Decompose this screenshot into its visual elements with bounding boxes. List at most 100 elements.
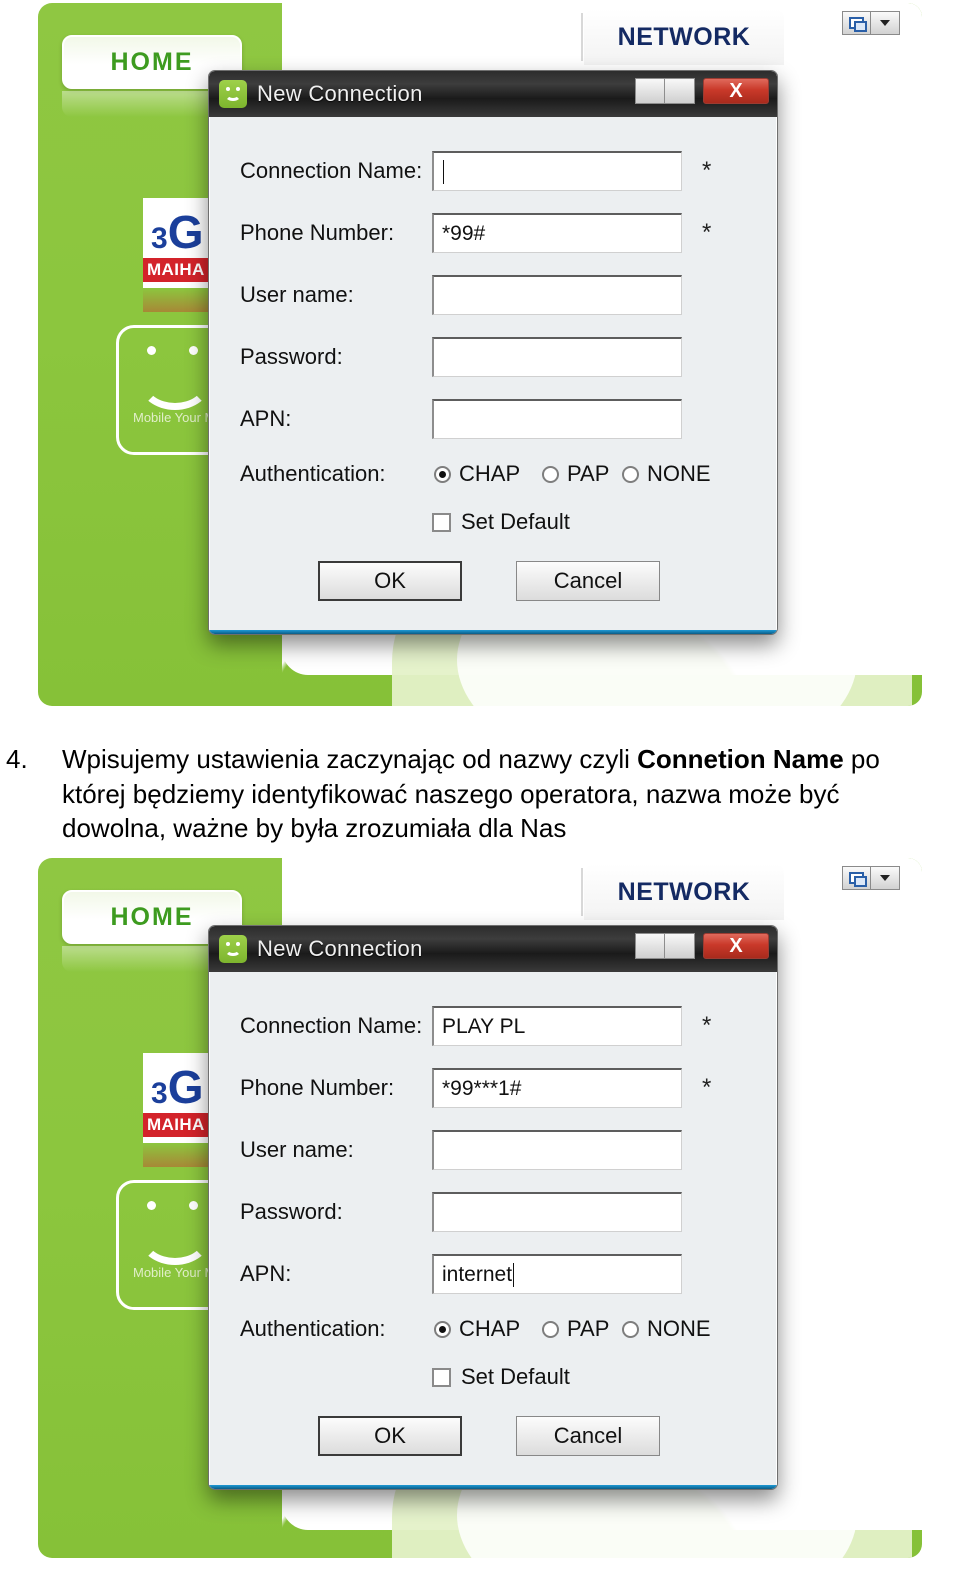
cancel-button[interactable]: Cancel [516, 1416, 660, 1456]
row-apn: APN: [210, 393, 776, 445]
row-authentication: Authentication: CHAP PAP NONE [210, 1312, 776, 1352]
ok-button[interactable]: OK [318, 561, 462, 601]
row-phone-number: Phone Number: *99***1# * [210, 1062, 776, 1114]
dialog-titlebar[interactable]: New Connection X [209, 926, 777, 972]
radio-chap[interactable]: CHAP [434, 461, 520, 487]
radio-none[interactable]: NONE [622, 461, 711, 487]
apn-input[interactable]: internet [432, 1254, 682, 1294]
dialog-window-controls: X [635, 933, 769, 959]
radio-icon[interactable] [434, 1320, 451, 1338]
caption-body: Wpisujemy ustawienia zaczynając od nazwy… [62, 742, 946, 846]
new-connection-dialog: New Connection X Connection Name: * Phon… [208, 70, 778, 635]
row-apn: APN: internet [210, 1248, 776, 1300]
set-default-checkbox-row[interactable]: Set Default [432, 509, 570, 535]
smiley-app-icon [219, 935, 247, 963]
chevron-down-icon[interactable] [871, 11, 900, 35]
restore-icon[interactable] [842, 11, 871, 35]
row-user-name: User name: [210, 269, 776, 321]
radio-pap[interactable]: PAP [542, 1316, 609, 1342]
radio-icon[interactable] [622, 1320, 639, 1338]
smiley-app-icon [219, 80, 247, 108]
app-window-controls [842, 11, 900, 35]
checkbox-icon[interactable] [432, 512, 451, 532]
radio-none-label: NONE [647, 461, 711, 486]
home-button-label: HOME [110, 47, 194, 76]
set-default-checkbox-row[interactable]: Set Default [432, 1364, 570, 1390]
apn-input[interactable] [432, 399, 682, 439]
label-apn: APN: [240, 1261, 292, 1286]
screenshot-empty-form: HOME 3G MAIHA ci Mobile Your Mo [0, 0, 960, 712]
radio-chap-label: CHAP [459, 461, 521, 486]
password-input[interactable] [432, 1192, 682, 1232]
radio-pap[interactable]: PAP [542, 461, 609, 487]
radio-pap-label: PAP [567, 461, 610, 486]
phone-number-input[interactable]: *99***1# [432, 1068, 682, 1108]
dialog-title: New Connection [257, 936, 423, 961]
label-connection-name: Connection Name: [240, 158, 423, 183]
document-page: HOME 3G MAIHA ci Mobile Your Mo [0, 0, 960, 1575]
dialog-body: Connection Name: * Phone Number: *99# * … [209, 117, 777, 634]
chevron-down-icon[interactable] [665, 78, 695, 104]
tab-network-label: NETWORK [617, 22, 751, 51]
tab-network[interactable]: NETWORK [584, 9, 784, 65]
connection-name-input[interactable] [432, 151, 682, 191]
password-input[interactable] [432, 337, 682, 377]
row-connection-name: Connection Name: * [210, 145, 776, 197]
close-button[interactable]: X [703, 933, 769, 959]
chevron-down-icon[interactable] [871, 866, 900, 890]
label-phone-number: Phone Number: [240, 220, 395, 245]
label-authentication: Authentication: [240, 461, 386, 486]
radio-icon[interactable] [542, 465, 559, 483]
chevron-down-icon[interactable] [665, 933, 695, 959]
row-password: Password: [210, 331, 776, 383]
close-button[interactable]: X [703, 78, 769, 104]
checkbox-icon[interactable] [432, 1367, 451, 1387]
screenshot-filled-form: HOME 3G MAIHA ci Mobile Your Mo NETWORK [0, 855, 960, 1575]
restore-icon[interactable] [842, 866, 871, 890]
label-user-name: User name: [240, 1137, 354, 1162]
connection-name-input[interactable]: PLAY PL [432, 1006, 682, 1046]
row-phone-number: Phone Number: *99# * [210, 207, 776, 259]
radio-none-label: NONE [647, 1316, 711, 1341]
caption-bold-term: Connetion Name [637, 744, 844, 774]
dialog-title: New Connection [257, 81, 423, 106]
radio-icon[interactable] [622, 465, 639, 483]
tab-strip: NETWORK [290, 3, 922, 65]
tab-network-label: NETWORK [617, 877, 751, 906]
set-default-label: Set Default [461, 509, 570, 534]
row-password: Password: [210, 1186, 776, 1238]
row-connection-name: Connection Name: PLAY PL * [210, 1000, 776, 1052]
label-connection-name: Connection Name: [240, 1013, 423, 1038]
user-name-input[interactable] [432, 275, 682, 315]
radio-none[interactable]: NONE [622, 1316, 711, 1342]
tab-network[interactable]: NETWORK [584, 864, 784, 920]
caption-number: 4. [6, 744, 28, 774]
restore-icon[interactable] [635, 933, 665, 959]
label-user-name: User name: [240, 282, 354, 307]
radio-chap-label: CHAP [459, 1316, 521, 1341]
user-name-input[interactable] [432, 1130, 682, 1170]
smiley-icon [137, 1201, 215, 1265]
tab-divider [581, 868, 583, 916]
radio-icon[interactable] [542, 1320, 559, 1338]
restore-icon[interactable] [635, 78, 665, 104]
label-phone-number: Phone Number: [240, 1075, 395, 1100]
ok-button[interactable]: OK [318, 1416, 462, 1456]
new-connection-dialog: New Connection X Connection Name: PLAY P… [208, 925, 778, 1490]
caption-text: 4. Wpisujemy ustawienia zaczynając od na… [0, 742, 960, 846]
caption-part1: Wpisujemy ustawienia zaczynając od nazwy… [62, 744, 638, 774]
phone-number-input[interactable]: *99# [432, 213, 682, 253]
tab-divider [581, 13, 583, 61]
dialog-window-controls: X [635, 78, 769, 104]
required-marker: * [702, 1012, 712, 1039]
radio-chap[interactable]: CHAP [434, 1316, 520, 1342]
set-default-label: Set Default [461, 1364, 570, 1389]
dialog-titlebar[interactable]: New Connection X [209, 71, 777, 117]
radio-icon[interactable] [434, 465, 451, 483]
label-password: Password: [240, 1199, 343, 1224]
required-marker: * [702, 157, 712, 184]
cancel-button[interactable]: Cancel [516, 561, 660, 601]
required-marker: * [702, 1074, 712, 1101]
row-user-name: User name: [210, 1124, 776, 1176]
row-authentication: Authentication: CHAP PAP NONE [210, 457, 776, 497]
